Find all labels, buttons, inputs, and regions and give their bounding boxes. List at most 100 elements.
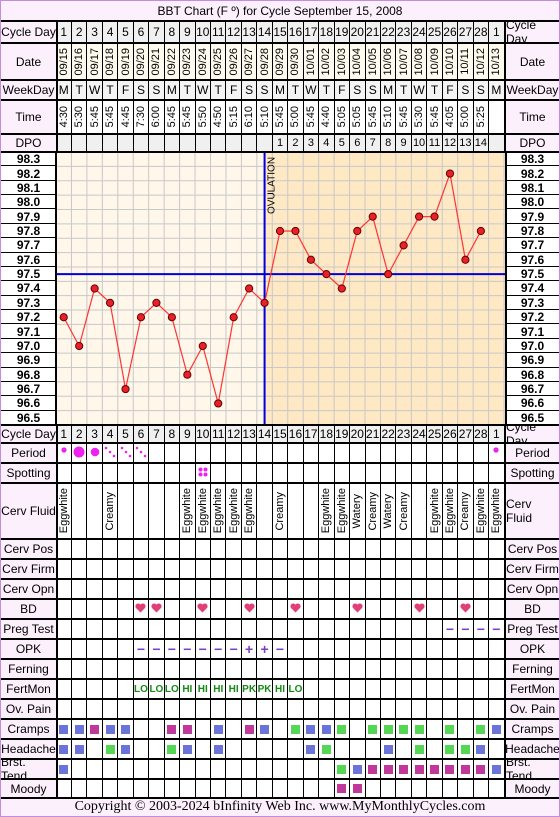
temperature-point <box>121 384 130 394</box>
fertmon-reading: HI <box>228 683 239 695</box>
cramps-green-marker <box>290 724 300 734</box>
date-cell: 10/07 <box>395 43 412 80</box>
row-divider <box>1 738 559 740</box>
column-divider <box>349 21 351 152</box>
copyright-footer: Copyright © 2003-2024 bInfinity Web Inc.… <box>74 799 486 814</box>
ovulation-label: OVULATION <box>267 157 278 214</box>
y-tick-label-right: 97.6 <box>506 252 559 267</box>
spotting-cell <box>426 463 443 483</box>
ferning-cell <box>56 659 72 679</box>
moody-cell <box>272 779 288 798</box>
row-divider <box>1 618 559 620</box>
preg-test-cell <box>179 619 196 639</box>
row-label-spotting: Spotting <box>1 463 56 483</box>
row-label-right-opk: OPK <box>506 639 559 659</box>
bd-cell <box>488 599 505 619</box>
row-label-right-weekday: WeekDay <box>506 80 559 100</box>
headache-cell <box>303 739 319 759</box>
temp-row-divider <box>1 352 56 354</box>
ov-pain-cell <box>71 699 87 719</box>
column-divider <box>302 425 304 798</box>
cerv-fluid-cell: Eggwhite <box>473 483 489 539</box>
period-cell <box>195 443 211 463</box>
fertmon-cell <box>426 679 443 699</box>
cerv-opn-cell <box>195 579 211 599</box>
y-tick-label-right: 97.2 <box>506 310 559 325</box>
date-cell: 10/11 <box>457 43 474 80</box>
brst-tend-cell <box>411 759 427 779</box>
date-text: 10/01 <box>304 47 317 76</box>
cerv-fluid-cell: Eggwhite <box>210 483 226 539</box>
weekday-cell: T <box>395 80 412 100</box>
fertmon-cell <box>457 679 474 699</box>
headache-green-marker <box>414 744 424 754</box>
cerv-firm-cell <box>365 559 381 579</box>
cerv-firm-cell <box>287 559 304 579</box>
moody-cell <box>395 779 412 798</box>
post-ovulation-background <box>264 152 506 425</box>
cramps-blue-marker <box>74 724 84 734</box>
brst-tend-cell <box>210 759 226 779</box>
period-cell <box>349 443 365 463</box>
preg-test-cell <box>86 619 103 639</box>
ov-pain-cell <box>272 699 288 719</box>
cycle-day-cell: 14 <box>256 21 273 43</box>
cycle-day-cell: 14 <box>256 425 273 443</box>
moody-cell <box>133 779 149 798</box>
cerv-opn-cell <box>395 579 412 599</box>
opk-positive-icon: + <box>245 641 254 657</box>
date-cell: 09/18 <box>102 43 118 80</box>
time-text: 5:15 <box>227 106 240 128</box>
cerv-fluid-cell: Creamy <box>102 483 118 539</box>
cerv-pos-cell <box>225 539 242 559</box>
heart-icon <box>290 602 301 616</box>
date-cell: 10/10 <box>442 43 458 80</box>
cycle-day-cell: 28 <box>473 425 489 443</box>
chart-title: BBT Chart (F º) for Cycle September 15, … <box>157 4 403 18</box>
date-text: 09/29 <box>274 47 287 76</box>
column-divider <box>333 21 335 152</box>
cerv-pos-cell <box>256 539 273 559</box>
cycle-day-cell: 16 <box>287 21 304 43</box>
cerv-pos-cell <box>303 539 319 559</box>
cerv-firm-cell <box>395 559 412 579</box>
brst-tend-cell <box>179 759 196 779</box>
cramps-cell <box>442 719 458 739</box>
cerv-pos-cell <box>473 539 489 559</box>
spotting-cell <box>349 463 365 483</box>
ov-pain-cell <box>56 699 72 719</box>
ferning-cell <box>241 659 257 679</box>
cerv-fluid-cell <box>164 483 180 539</box>
cerv-pos-cell <box>164 539 180 559</box>
opk-cell <box>488 639 505 659</box>
cerv-opn-cell <box>164 579 180 599</box>
preg-test-cell <box>56 619 72 639</box>
cycle-day-cell: 8 <box>164 425 180 443</box>
y-tick-label-right: 97.4 <box>506 281 559 296</box>
cycle-day-cell: 10 <box>195 425 211 443</box>
time-cell: 6:00 <box>148 100 165 134</box>
period-cell <box>395 443 412 463</box>
opk-cell <box>318 639 335 659</box>
dpo-cell: 10 <box>411 134 427 152</box>
cerv-pos-cell <box>179 539 196 559</box>
cerv-firm-cell <box>411 559 427 579</box>
opk-cell: − <box>164 639 180 659</box>
row-label-bd: BD <box>1 599 56 619</box>
brst-tend-blue-marker <box>352 764 362 774</box>
temperature-point <box>368 212 377 221</box>
spotting-cell <box>133 463 149 483</box>
cramps-cell <box>457 719 474 739</box>
weekday-cell: T <box>318 80 335 100</box>
row-divider <box>1 558 559 560</box>
date-text: 09/15 <box>57 47 70 76</box>
bd-cell <box>334 599 350 619</box>
date-text: 10/11 <box>459 48 472 75</box>
bd-cell <box>318 599 335 619</box>
weekday-cell: S <box>349 80 365 100</box>
moody-cell <box>225 779 242 798</box>
moody-cell <box>426 779 443 798</box>
headache-cell <box>488 739 505 759</box>
time-cell: 4:50 <box>210 100 226 134</box>
cycle-day-cell: 1 <box>488 425 505 443</box>
